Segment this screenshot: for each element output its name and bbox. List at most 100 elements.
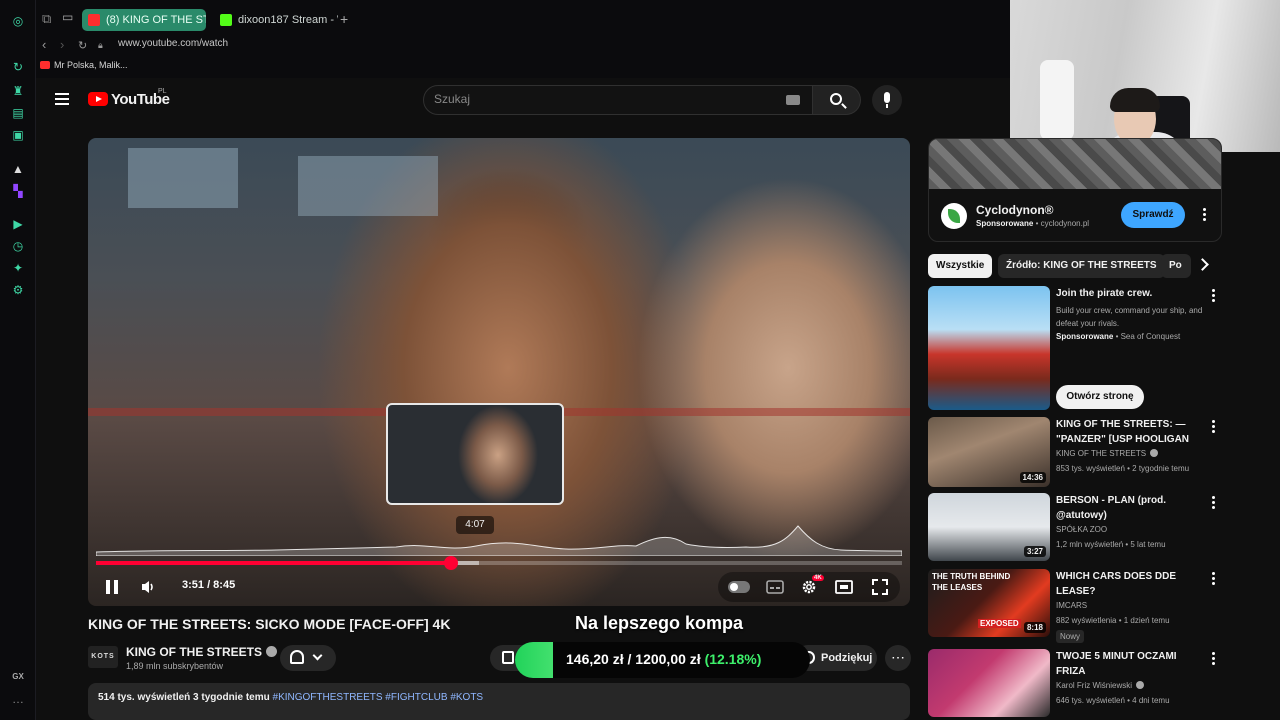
recommendation-thumbnail[interactable] (928, 286, 1050, 410)
ad-menu-icon[interactable] (1202, 208, 1206, 222)
ad-title[interactable]: Cyclodynon® (976, 203, 1054, 217)
menu-icon[interactable] (55, 93, 69, 105)
settings-gear-icon[interactable]: ⚙ (11, 283, 25, 297)
tab-youtube[interactable]: (8) KING OF THE STREETS (82, 9, 206, 31)
notifications-button[interactable] (280, 645, 336, 671)
theater-mode-icon[interactable] (835, 578, 853, 596)
recommendation-thumbnail[interactable]: 3:27 (928, 493, 1050, 561)
sponsored-recommendation[interactable]: Join the pirate crew. Build your crew, c… (928, 286, 1228, 410)
more-actions-button[interactable]: ⋯ (885, 645, 911, 671)
new-tab-button[interactable]: + (340, 11, 348, 27)
donation-goal: 1200,00 zł (635, 651, 701, 667)
channel-name-text[interactable]: KING OF THE STREETS (1056, 449, 1146, 458)
recommendation-title[interactable]: TWOJE 5 MINUT OCZAMI FRIZA (1056, 649, 1206, 679)
player-icon[interactable]: ▲ (11, 162, 25, 176)
url-field[interactable]: www.youtube.com/watch (118, 38, 228, 49)
video-duration: 3:27 (1023, 546, 1046, 557)
recommendation-thumbnail[interactable]: 14:36 (928, 417, 1050, 487)
gx-corner-icon[interactable]: ♜ (11, 84, 25, 98)
search-input[interactable] (434, 92, 774, 106)
sponsored-ad-card[interactable]: Cyclodynon® Sponsorowane • cyclodynon.pl… (928, 138, 1222, 242)
seek-handle[interactable] (443, 556, 458, 570)
back-icon[interactable]: ‹ (42, 37, 46, 52)
volume-icon[interactable] (140, 579, 156, 595)
open-site-button[interactable]: Otwórz stronę (1056, 385, 1144, 409)
youtube-favicon-icon (88, 14, 100, 26)
browser-sidebar: ◎ ↻ ♜ ▤ ▣ ▲ ▚ ▶ ◷ ✦ ⚙ GX … (0, 0, 36, 720)
recommendation-title[interactable]: Join the pirate crew. (1056, 286, 1206, 301)
recommendation-title[interactable]: BERSON - PLAN (prod. @atutowy) (1056, 493, 1206, 523)
keyboard-icon[interactable] (786, 95, 800, 105)
pause-button[interactable] (106, 580, 118, 594)
recommendation-thumbnail[interactable] (928, 649, 1050, 717)
youtube-icon (40, 61, 50, 69)
recommendation-channel[interactable]: KING OF THE STREETS (1056, 449, 1216, 458)
youtube-logo-icon[interactable] (88, 92, 108, 106)
recommendation-channel[interactable]: Karol Friz Wiśniewski (1056, 681, 1216, 690)
recommendation-menu-icon[interactable] (1211, 652, 1215, 666)
bell-icon (290, 650, 304, 664)
video-player[interactable]: 4:07 3:51 / 8:45 4K (88, 138, 910, 606)
donation-raised: 146,20 zł (566, 651, 624, 667)
recommendation-menu-icon[interactable] (1211, 572, 1215, 586)
recommendation-channel[interactable]: SPÓŁKA ZOO (1056, 525, 1216, 534)
recommendation-item[interactable]: THE TRUTH BEHIND THE LEASES EXPOSED 8:18… (928, 569, 1228, 643)
bookmark-label: Mr Polska, Malik... (54, 60, 128, 70)
ad-subtitle: Sponsorowane • cyclodynon.pl (976, 219, 1090, 228)
chevron-right-icon[interactable] (1196, 258, 1209, 271)
recommendation-title[interactable]: WHICH CARS DOES DDE LEASE? (1056, 569, 1206, 599)
new-badge: Nowy (1056, 630, 1085, 643)
tab-menu-icon[interactable]: ⧉ (42, 11, 51, 27)
recommendation-item[interactable]: TWOJE 5 MINUT OCZAMI FRIZA Karol Friz Wi… (928, 649, 1228, 720)
gamepad-icon[interactable]: ▭ (62, 10, 73, 24)
thanks-label: Podziękuj (821, 652, 873, 664)
recommendation-meta: 882 wyświetlenia • 1 dzień temu (1056, 616, 1170, 625)
channel-avatar[interactable]: KOTS (88, 646, 118, 668)
ad-banner-image[interactable] (929, 139, 1221, 189)
extensions-icon[interactable]: ✦ (11, 261, 25, 275)
seek-bar[interactable] (96, 556, 902, 570)
gx-control-icon[interactable]: ↻ (11, 60, 25, 74)
donation-percent: (12.18%) (704, 651, 762, 667)
opera-logo-icon[interactable]: ◎ (11, 14, 25, 28)
voice-search-button[interactable] (872, 85, 902, 115)
channel-name[interactable]: KING OF THE STREETS (126, 645, 278, 659)
channel-name-text[interactable]: KING OF THE STREETS (126, 645, 262, 659)
recommendation-thumbnail[interactable]: THE TRUTH BEHIND THE LEASES EXPOSED 8:18 (928, 569, 1050, 637)
ad-sponsored-label: Sponsorowane (976, 219, 1034, 228)
recommendation-channel[interactable]: IMCARS (1056, 601, 1216, 610)
ad-logo-icon[interactable] (941, 203, 967, 229)
recommendation-item[interactable]: 14:36 KING OF THE STREETS: — "PANZER" [U… (928, 417, 1228, 487)
recommendation-menu-icon[interactable] (1211, 420, 1215, 434)
reload-icon[interactable]: ↻ (78, 39, 87, 52)
search-button[interactable] (813, 85, 861, 115)
tab-kick-stream[interactable]: dixoon187 Stream - Watch (214, 9, 338, 31)
fullscreen-icon[interactable] (871, 578, 889, 596)
description-box[interactable]: 514 tys. wyświetleń 3 tygodnie temu #KIN… (88, 683, 910, 720)
recommendation-item[interactable]: 3:27 BERSON - PLAN (prod. @atutowy) SPÓŁ… (928, 493, 1228, 563)
webcam-background (1040, 60, 1074, 140)
donation-separator: / (627, 651, 632, 667)
ad-cta-button[interactable]: Sprawdź (1121, 202, 1185, 228)
video-frame-window (298, 156, 438, 216)
recommendation-title[interactable]: KING OF THE STREETS: — "PANZER" [USP HOO… (1056, 417, 1206, 447)
workspaces-icon[interactable]: ▤ (11, 106, 25, 120)
messenger-icon[interactable]: ▣ (11, 128, 25, 142)
forward-icon[interactable]: › (60, 37, 64, 52)
bookmark-item[interactable]: Mr Polska, Malik... (40, 60, 128, 70)
twitch-icon[interactable]: ▚ (11, 184, 25, 198)
chip-all[interactable]: Wszystkie (928, 254, 993, 278)
more-icon[interactable]: … (11, 692, 25, 706)
recommendation-menu-icon[interactable] (1211, 496, 1215, 510)
description-tags[interactable]: #KINGOFTHESTREETS #FIGHTCLUB #KOTS (273, 692, 484, 703)
play-circle-icon[interactable]: ▶ (11, 217, 25, 231)
history-icon[interactable]: ◷ (11, 239, 25, 253)
recommendation-menu-icon[interactable] (1211, 289, 1215, 303)
webcam-streamer-hair (1110, 88, 1160, 112)
channel-name-text[interactable]: Karol Friz Wiśniewski (1056, 681, 1132, 690)
autoplay-toggle[interactable] (728, 581, 750, 593)
search-box (423, 85, 813, 115)
chip-source[interactable]: Źródło: KING OF THE STREETS (998, 254, 1165, 278)
subtitles-icon[interactable] (766, 578, 784, 596)
chip-partial[interactable]: Po (1161, 254, 1191, 278)
